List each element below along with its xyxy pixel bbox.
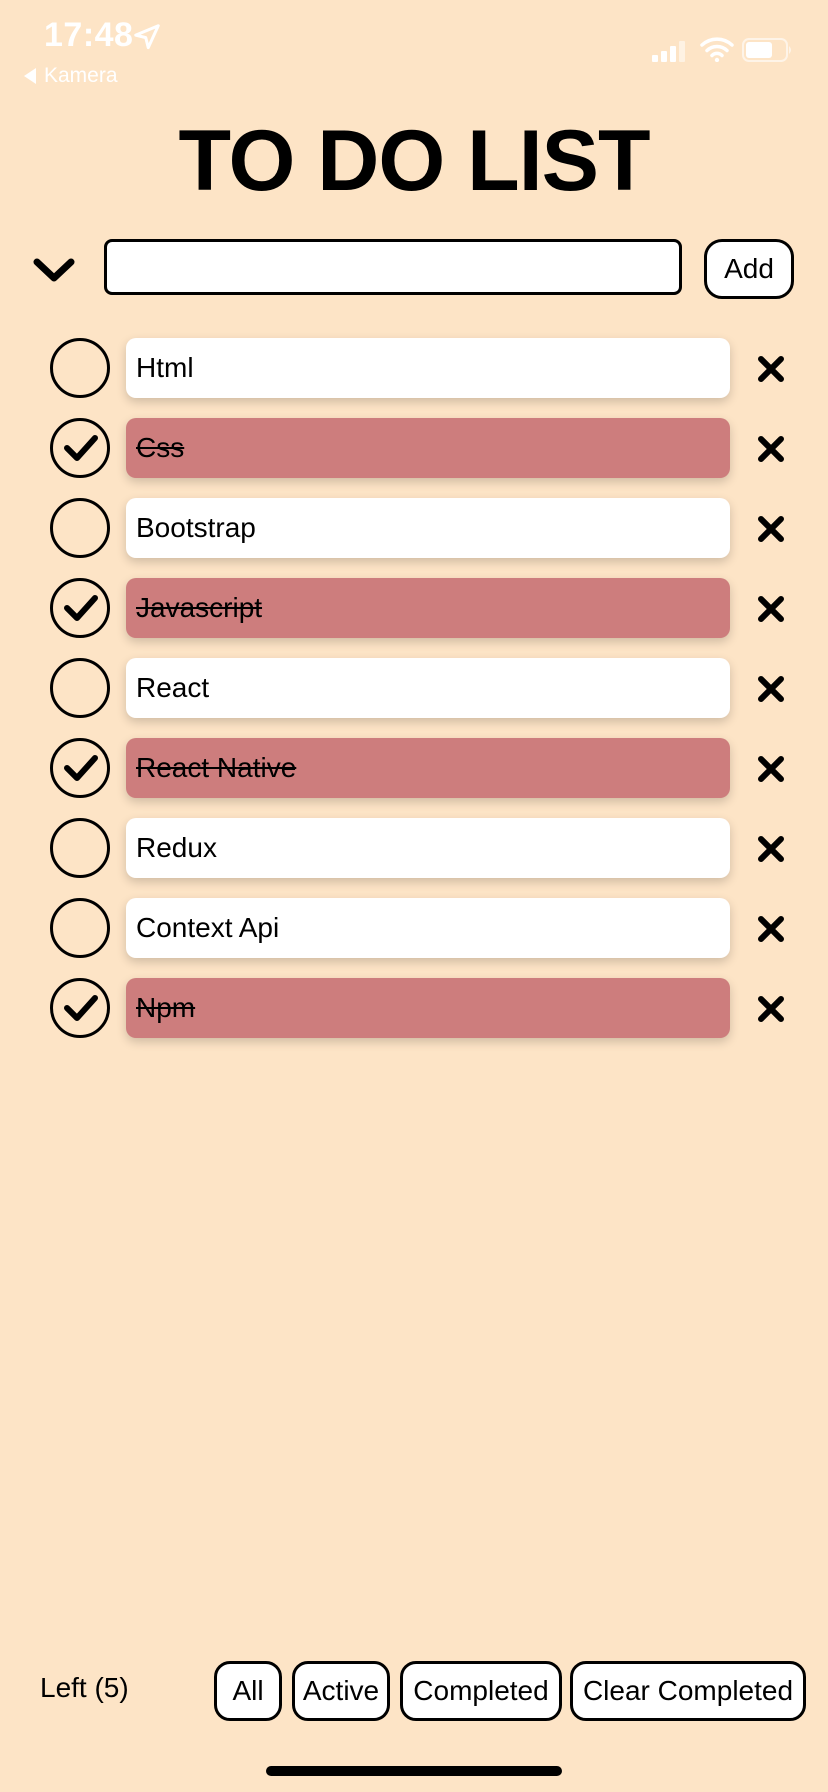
status-time: 17:48	[44, 16, 134, 54]
filter-all-button[interactable]: All	[214, 1661, 282, 1721]
checkmark-icon	[64, 595, 98, 621]
todo-checkbox[interactable]	[50, 418, 110, 478]
checkmark-icon	[64, 995, 98, 1021]
checkmark-icon	[64, 435, 98, 461]
todo-text[interactable]: Javascript	[126, 578, 730, 638]
clear-completed-button[interactable]: Clear Completed	[570, 1661, 806, 1721]
filter-completed-button[interactable]: Completed	[400, 1661, 562, 1721]
todo-item: React Native	[0, 738, 828, 818]
delete-x-icon[interactable]	[756, 914, 786, 944]
filter-active-button[interactable]: Active	[292, 1661, 390, 1721]
back-arrow-icon	[24, 68, 36, 84]
delete-x-icon[interactable]	[756, 754, 786, 784]
back-link-label: Kamera	[44, 64, 118, 87]
todo-text[interactable]: React Native	[126, 738, 730, 798]
back-to-camera-link[interactable]: Kamera	[24, 64, 118, 88]
delete-x-icon[interactable]	[756, 674, 786, 704]
todo-checkbox[interactable]	[50, 338, 110, 398]
wifi-icon	[700, 37, 734, 62]
todo-text[interactable]: Html	[126, 338, 730, 398]
todo-text[interactable]: Bootstrap	[126, 498, 730, 558]
todo-item: Redux	[0, 818, 828, 898]
todo-item: Css	[0, 418, 828, 498]
todo-text[interactable]: Npm	[126, 978, 730, 1038]
battery-icon	[742, 38, 791, 62]
todo-checkbox[interactable]	[50, 578, 110, 638]
delete-x-icon[interactable]	[756, 594, 786, 624]
todo-list: Html Css Bootstrap Javascript React React Nat…	[0, 338, 828, 1058]
todo-item: Html	[0, 338, 828, 418]
todo-checkbox[interactable]	[50, 898, 110, 958]
delete-x-icon[interactable]	[756, 354, 786, 384]
todo-text[interactable]: Context Api	[126, 898, 730, 958]
status-bar: 17:48 Kamera	[0, 0, 828, 90]
delete-x-icon[interactable]	[756, 994, 786, 1024]
delete-x-icon[interactable]	[756, 434, 786, 464]
checkmark-icon	[64, 755, 98, 781]
todo-checkbox[interactable]	[50, 818, 110, 878]
location-arrow-icon	[134, 24, 160, 50]
cellular-signal-icon	[652, 41, 685, 62]
todo-text[interactable]: Css	[126, 418, 730, 478]
delete-x-icon[interactable]	[756, 834, 786, 864]
todo-item: Context Api	[0, 898, 828, 978]
todo-text[interactable]: Redux	[126, 818, 730, 878]
items-left-count: Left (5)	[40, 1672, 129, 1703]
todo-text[interactable]: React	[126, 658, 730, 718]
home-indicator	[266, 1766, 562, 1776]
page-title: TO DO LIST	[178, 113, 651, 209]
todo-checkbox[interactable]	[50, 978, 110, 1038]
todo-item: Npm	[0, 978, 828, 1058]
toggle-all-chevron-icon[interactable]	[32, 254, 76, 286]
todo-checkbox[interactable]	[50, 738, 110, 798]
todo-item: Javascript	[0, 578, 828, 658]
todo-item: React	[0, 658, 828, 738]
todo-checkbox[interactable]	[50, 658, 110, 718]
add-button[interactable]: Add	[704, 239, 794, 299]
delete-x-icon[interactable]	[756, 514, 786, 544]
todo-item: Bootstrap	[0, 498, 828, 578]
new-todo-input[interactable]	[104, 239, 682, 295]
todo-checkbox[interactable]	[50, 498, 110, 558]
